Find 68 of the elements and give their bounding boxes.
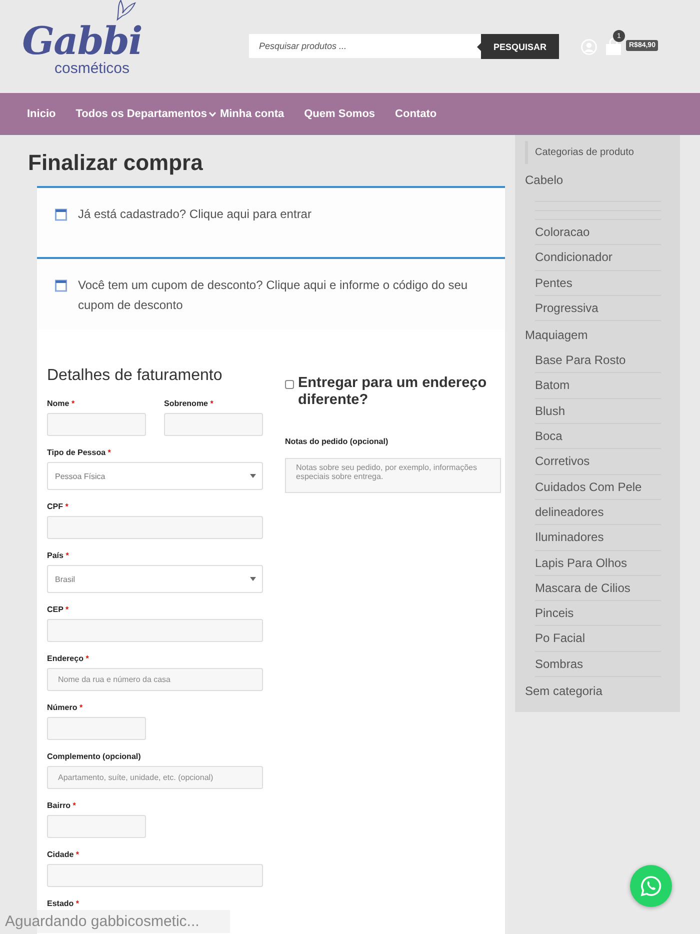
subcategory-link[interactable]: Base Para Rosto	[535, 348, 661, 374]
notice-text: Você tem um cupom de desconto? Clique aqui e informe o código do seu cupom de desconto	[78, 277, 469, 314]
subcategory-link[interactable]: Condicionador	[535, 245, 661, 271]
field-label: Endereço *	[47, 654, 90, 663]
flower-icon	[114, 0, 136, 20]
field-label: País *	[47, 551, 70, 560]
subcategory-link[interactable]: Progressiva	[535, 296, 661, 322]
select-field[interactable]: Brasil	[47, 565, 263, 593]
subcategory-link[interactable]: Blush	[535, 398, 661, 424]
nav-link[interactable]: Inicio	[27, 108, 56, 120]
logo-tagline: cosméticos	[54, 60, 130, 76]
input-field[interactable]	[164, 413, 263, 436]
input-field[interactable]	[47, 864, 263, 887]
field-label: Bairro *	[47, 801, 77, 810]
category-link[interactable]: Cabelo	[525, 168, 661, 193]
subcategory-link[interactable]: delineadores	[535, 500, 661, 526]
input-field[interactable]	[47, 413, 146, 436]
subcategory-link[interactable]: Sombras	[535, 652, 661, 678]
field-label: CEP *	[47, 605, 70, 614]
subcategory-link[interactable]: Corretivos	[535, 449, 661, 475]
subcategory-link[interactable]: Pentes	[535, 270, 661, 296]
field-label: CPF *	[47, 502, 70, 511]
caret-icon	[250, 474, 256, 478]
field-label: Notas do pedido (opcional)	[285, 437, 388, 446]
input-field[interactable]	[47, 717, 146, 740]
category-link[interactable]: Sem categoria	[525, 679, 661, 704]
field-label: Sobrenome *	[164, 399, 214, 408]
input-field[interactable]: Nome da rua e número da casa	[47, 668, 263, 691]
nav-link[interactable]: Quem Somos	[304, 108, 376, 120]
field-label: Complemento (opcional)	[47, 752, 142, 761]
whatsapp-button[interactable]	[630, 865, 672, 907]
field-label: Tipo de Pessoa *	[47, 448, 112, 457]
sidebar-title: Categorias de produto	[525, 141, 661, 164]
input-field[interactable]	[47, 815, 146, 838]
calendar-icon	[55, 279, 67, 292]
subcategory-link[interactable]: Batom	[535, 373, 661, 399]
caret-icon	[250, 577, 256, 581]
subcategory-link[interactable]: Pinceis	[535, 601, 661, 626]
subcategory-link[interactable]: Po Facial	[535, 626, 661, 652]
checkbox[interactable]	[285, 380, 294, 389]
section-heading: Detalhes de faturamento	[47, 367, 224, 385]
subcategory-link[interactable]: Cuidados Com Pele	[535, 474, 661, 500]
field-label: Nome *	[47, 399, 76, 408]
search-field[interactable]: Pesquisar produtos ...	[249, 34, 481, 58]
subcategory-link[interactable]: Mascara de Cilios	[535, 576, 661, 602]
nav-link[interactable]: Todos os Departamentos	[76, 108, 216, 120]
logo-name: Gabbi	[22, 20, 142, 60]
field-label: Estado *	[47, 899, 80, 908]
calendar-icon	[55, 208, 67, 221]
subcategory-link[interactable]: Lapis Para Olhos	[535, 550, 661, 576]
chat-bubble-icon	[640, 875, 662, 897]
input-field[interactable]: Apartamento, suíte, unidade, etc. (opcional)	[47, 766, 263, 789]
notice-text: Já está cadastrado? Clique aqui para entrar	[78, 206, 312, 223]
input-field[interactable]	[47, 619, 263, 642]
category-link[interactable]: Maquiagem	[525, 323, 661, 348]
nav-link[interactable]: Minha conta	[220, 108, 284, 120]
select-field[interactable]: Pessoa Física	[47, 462, 263, 490]
subcategory-link[interactable]: Boca	[535, 424, 661, 450]
field-label: Número *	[47, 703, 84, 712]
field-label: Cidade *	[47, 850, 80, 859]
nav-link[interactable]: Contato	[395, 108, 437, 120]
subcategory-link[interactable]: Coloracao	[535, 220, 661, 246]
section-heading: Entregar para um endereço diferente?	[285, 375, 503, 409]
cart-icon[interactable]	[605, 38, 622, 55]
page-title: Finalizar compra	[28, 149, 204, 176]
input-field[interactable]	[47, 516, 263, 539]
notes-field[interactable]: Notas sobre seu pedido, por exemplo, informações especiais sobre entrega.	[285, 458, 501, 493]
subcategory-link[interactable]: Iluminadores	[535, 525, 661, 551]
